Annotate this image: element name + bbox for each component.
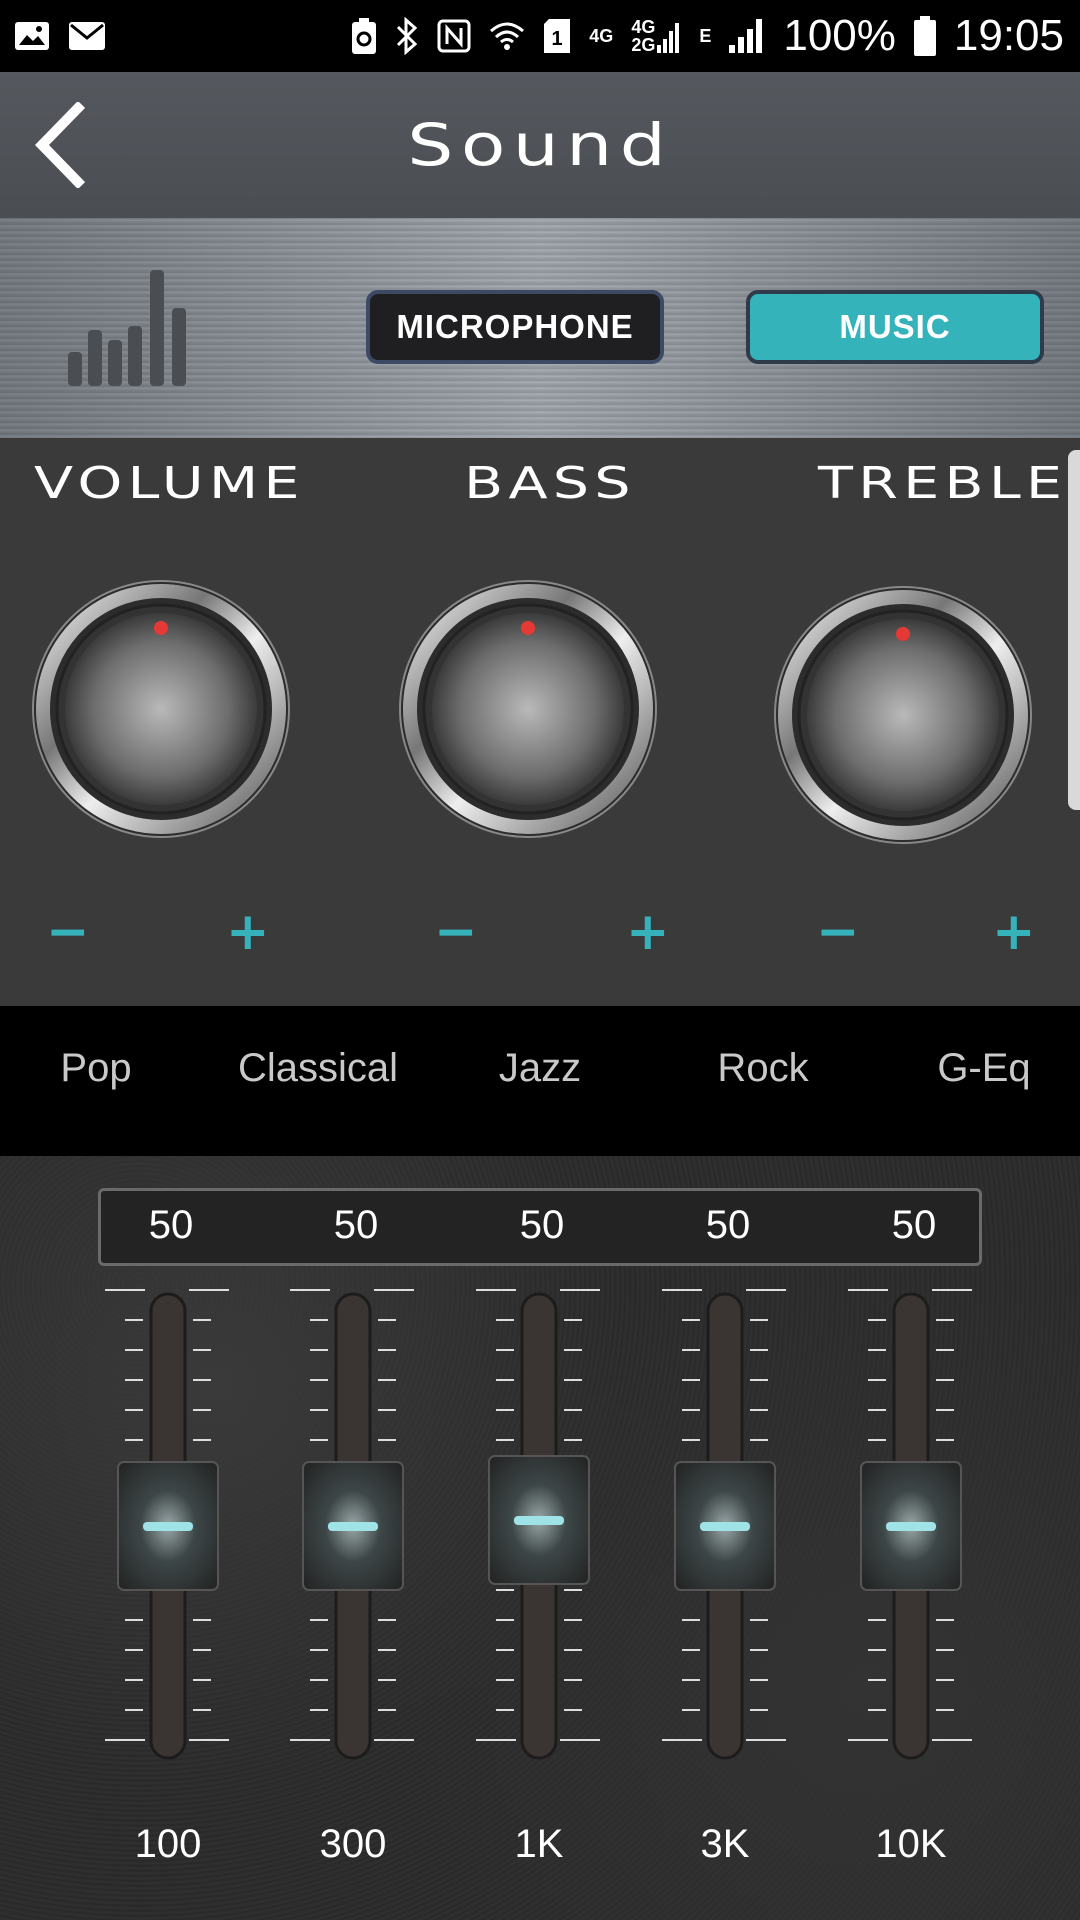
slider-thumb [860,1461,962,1591]
eq-slider-10k[interactable] [846,1286,976,1766]
image-icon [14,16,50,56]
signal-icon [729,16,765,56]
preset-jazz[interactable]: Jazz [499,1046,581,1091]
eq-slider-100[interactable] [103,1286,233,1766]
knob-graphic [32,580,290,838]
network-4g: 4G [589,25,614,46]
svg-text:1: 1 [552,28,563,50]
bass-plus-button[interactable]: + [626,906,670,958]
slider-graphic [662,1289,786,1760]
equalizer-panel: 50 50 50 50 50 100 300 1K 3K 10K [0,1156,1080,1920]
eq-value-3k: 50 [705,1203,751,1247]
bass-label: BASS [464,458,636,509]
eq-value-300: 50 [333,1203,379,1247]
network-2g-label: 2G [631,35,656,55]
clock: 19:05 [953,11,1064,60]
treble-plus-button[interactable]: + [992,906,1036,958]
network-4g-label: 4G [631,17,656,37]
music-button[interactable]: MUSIC [746,290,1044,364]
eq-value-10k: 50 [891,1203,937,1247]
battery-icon [913,16,936,56]
knob-graphic [774,586,1032,844]
bass-knob[interactable] [397,578,659,840]
knob-indicator-dot [154,621,168,635]
knob-indicator-dot [521,621,535,635]
freq-label-1k: 1K [514,1822,564,1866]
preset-g-eq[interactable]: G-Eq [937,1046,1030,1091]
slider-thumb [488,1455,590,1585]
app-header: Sound [0,72,1080,218]
volume-knob[interactable] [30,578,292,840]
eq-values-box: 50 50 50 50 50 [98,1188,982,1266]
slider-thumb [302,1461,404,1591]
volume-label: VOLUME [34,458,305,509]
knob-indicator-dot [896,627,910,641]
slider-graphic [848,1289,972,1760]
chevron-left-icon [35,100,86,190]
signal-small-icon [657,23,680,53]
back-button[interactable] [28,100,98,190]
volume-plus-button[interactable]: + [226,906,270,958]
freq-label-3k: 3K [700,1822,750,1866]
page-title: Sound [407,111,673,179]
bluetooth-icon [395,16,419,56]
treble-label: TREBLE [818,458,1068,509]
freq-label-10k: 10K [875,1822,947,1866]
network-4g2g-signal: 4G 2G [631,18,681,54]
treble-knob[interactable] [772,584,1034,846]
slider-graphic [290,1289,414,1760]
eq-slider-1k[interactable] [474,1286,604,1766]
battery-saver-icon [351,16,377,56]
battery-percent: 100% [783,11,896,60]
freq-label-300: 300 [319,1822,387,1866]
eq-slider-3k[interactable] [660,1286,790,1766]
microphone-button[interactable]: MICROPHONE [366,290,664,364]
sim1-icon: 1 [543,16,571,56]
freq-label-100: 100 [134,1822,202,1866]
preset-bar: Pop Classical Jazz Rock G-Eq [0,1006,1080,1156]
mode-strip: MICROPHONE MUSIC [0,218,1080,438]
nfc-icon [437,16,471,56]
eq-slider-300[interactable] [288,1286,418,1766]
preset-rock[interactable]: Rock [717,1046,808,1091]
eq-value-100: 50 [148,1203,194,1247]
slider-thumb [674,1461,776,1591]
equalizer-bars-icon [68,270,186,386]
bass-minus-button[interactable]: − [434,906,478,958]
volume-minus-button[interactable]: − [46,906,90,958]
slider-graphic [105,1289,229,1760]
eq-value-1k: 50 [519,1203,565,1247]
knob-panel: VOLUME BASS TREBLE − + − + − + [0,438,1080,1006]
preset-pop[interactable]: Pop [60,1046,131,1091]
preset-classical[interactable]: Classical [238,1046,398,1091]
status-bar: 1 4G 4G 2G E 100% 19:05 [0,0,1080,72]
scroll-indicator[interactable] [1068,450,1080,810]
treble-minus-button[interactable]: − [816,906,860,958]
network-e: E [699,25,712,46]
mail-icon [68,16,106,56]
wifi-icon [489,16,525,56]
slider-graphic [476,1289,600,1760]
knob-graphic [399,580,657,838]
slider-thumb [117,1461,219,1591]
